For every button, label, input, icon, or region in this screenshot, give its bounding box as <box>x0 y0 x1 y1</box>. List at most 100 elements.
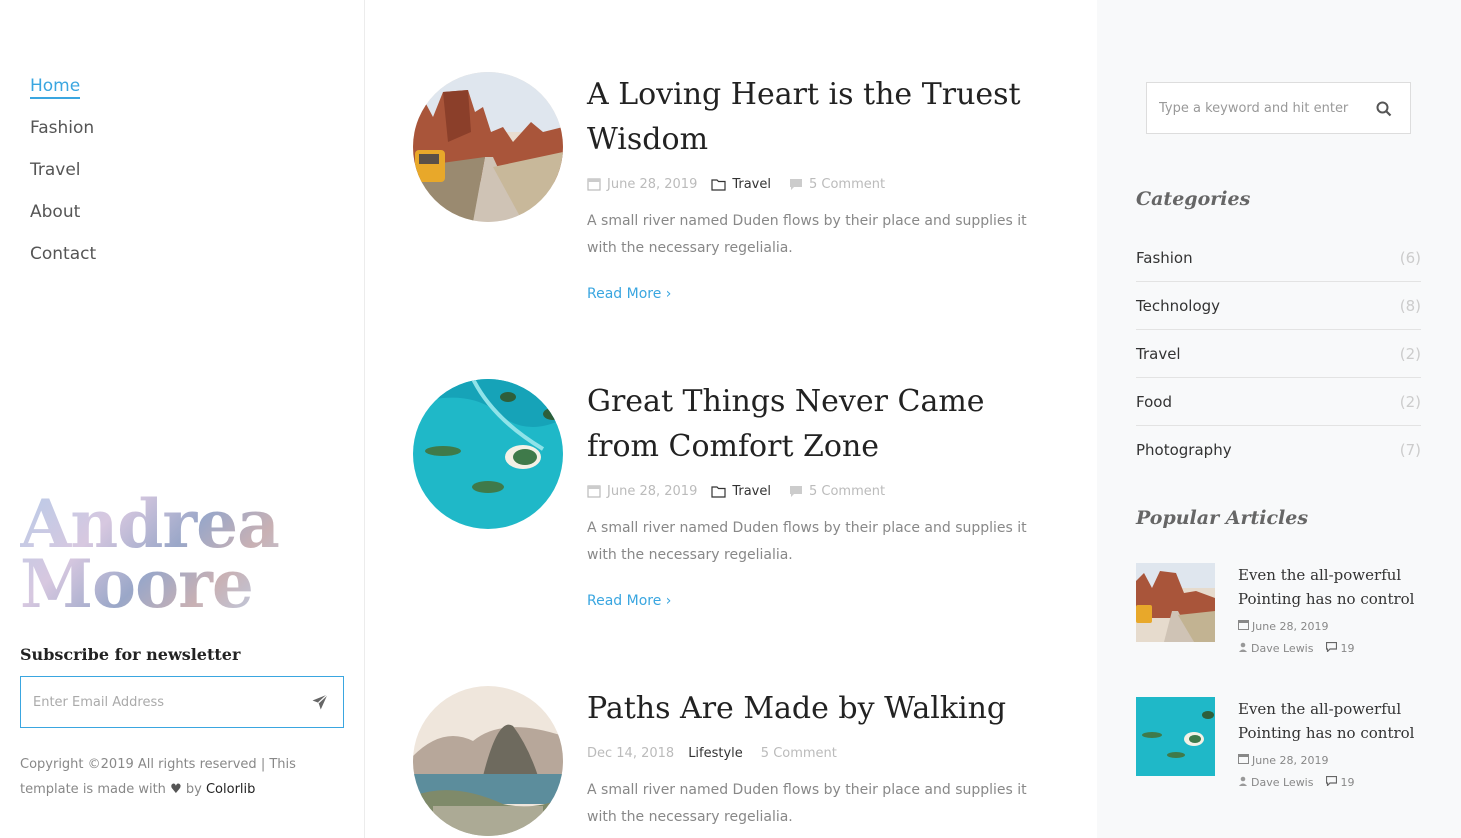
calendar-icon <box>1238 619 1249 633</box>
nav-label: Travel <box>30 160 81 180</box>
post-meta: Dec 14, 2018 Lifestyle 5 Comment <box>587 743 1057 763</box>
read-more-link[interactable]: Read More › <box>587 593 671 609</box>
post-category[interactable]: Travel <box>732 484 771 499</box>
author-name[interactable]: Dave Lewis <box>1251 776 1313 789</box>
comment-icon <box>1326 775 1338 789</box>
popular-article: Even the all-powerful Pointing has no co… <box>1136 563 1426 673</box>
nav-item-about[interactable]: About <box>30 202 96 244</box>
popular-articles-title: Popular Articles <box>1136 507 1309 529</box>
copyright: Copyright ©2019 All rights reserved | Th… <box>20 752 320 802</box>
popular-article-thumbnail[interactable] <box>1136 697 1215 776</box>
comment-count[interactable]: 19 <box>1326 641 1355 655</box>
search-input[interactable] <box>1147 83 1367 133</box>
newsletter-email-input[interactable] <box>21 677 281 727</box>
search-box <box>1146 82 1411 134</box>
category-name: Food <box>1136 392 1172 411</box>
popular-article-date: June 28, 2019 <box>1238 753 1428 767</box>
heart-icon: ♥ <box>170 782 182 797</box>
read-more-label: Read More <box>587 593 662 609</box>
date-text: June 28, 2019 <box>1252 619 1329 633</box>
user-icon <box>1238 776 1248 789</box>
nav-item-contact[interactable]: Contact <box>30 244 96 286</box>
category-count: (2) <box>1399 392 1421 411</box>
category-item[interactable]: Food (2) <box>1136 378 1421 426</box>
popular-article: Even the all-powerful Pointing has no co… <box>1136 697 1426 807</box>
category-count: (7) <box>1399 441 1421 459</box>
nav-label: About <box>30 202 81 222</box>
popular-article-title[interactable]: Even the all-powerful Pointing has no co… <box>1238 563 1428 611</box>
post-meta: June 28, 2019 Travel 5 Comment <box>587 174 1057 194</box>
read-more-label: Read More <box>587 286 662 302</box>
post-list: A Loving Heart is the Truest Wisdom June… <box>365 0 1097 838</box>
post-title[interactable]: Great Things Never Came from Comfort Zon… <box>587 379 1057 469</box>
comment-icon <box>789 178 803 191</box>
popular-article-meta: Dave Lewis 19 <box>1238 775 1428 789</box>
newsletter-title: Subscribe for newsletter <box>20 645 241 664</box>
colorlib-link[interactable]: Colorlib <box>206 782 255 797</box>
post-comments[interactable]: 5 Comment <box>809 177 885 192</box>
post-excerpt: A small river named Duden flows by their… <box>587 520 1027 563</box>
post-comments[interactable]: 5 Comment <box>761 746 837 761</box>
popular-article-thumbnail[interactable] <box>1136 563 1215 642</box>
comment-count-text: 19 <box>1340 642 1355 655</box>
calendar-icon <box>1238 753 1249 767</box>
folder-icon <box>711 485 726 498</box>
popular-article-meta: Dave Lewis 19 <box>1238 641 1428 655</box>
copyright-by: by <box>185 782 202 797</box>
paper-plane-icon[interactable] <box>311 693 329 715</box>
read-more-link[interactable]: Read More › <box>587 286 671 302</box>
author-name[interactable]: Dave Lewis <box>1251 642 1313 655</box>
post-thumbnail[interactable] <box>413 72 563 222</box>
search-icon[interactable] <box>1376 101 1392 121</box>
left-sidebar: Home Fashion Travel About Contact Andrea… <box>0 0 365 838</box>
post-title[interactable]: A Loving Heart is the Truest Wisdom <box>587 72 1057 162</box>
comment-icon <box>789 485 803 498</box>
category-name: Travel <box>1136 344 1181 363</box>
calendar-icon <box>587 484 601 498</box>
date-text: June 28, 2019 <box>1252 753 1329 767</box>
main-nav: Home Fashion Travel About Contact <box>30 76 96 286</box>
popular-article-date: June 28, 2019 <box>1238 619 1428 633</box>
category-item[interactable]: Travel (2) <box>1136 330 1421 378</box>
right-sidebar: Categories Fashion (6) Technology (8) Trav… <box>1097 0 1461 838</box>
popular-article-title[interactable]: Even the all-powerful Pointing has no co… <box>1238 697 1428 745</box>
category-count: (6) <box>1399 248 1421 267</box>
nav-label: Home <box>30 76 81 99</box>
category-count: (8) <box>1399 296 1421 315</box>
category-item[interactable]: Technology (8) <box>1136 282 1421 330</box>
post-category[interactable]: Travel <box>732 177 771 192</box>
nav-item-home[interactable]: Home <box>30 76 96 118</box>
post-date: Dec 14, 2018 <box>587 745 675 761</box>
post-meta: June 28, 2019 Travel 5 Comment <box>587 481 1057 501</box>
nav-item-travel[interactable]: Travel <box>30 160 96 202</box>
category-item[interactable]: Fashion (6) <box>1136 234 1421 282</box>
category-name: Technology <box>1136 296 1221 315</box>
folder-icon <box>711 178 726 191</box>
calendar-icon <box>587 177 601 191</box>
site-logo[interactable]: Andrea Moore <box>20 494 279 614</box>
newsletter-form <box>20 676 344 728</box>
category-item[interactable]: Photography (7) <box>1136 426 1421 474</box>
category-count: (2) <box>1399 344 1421 363</box>
category-list: Fashion (6) Technology (8) Travel (2) Food (… <box>1136 234 1421 474</box>
category-name: Photography <box>1136 441 1232 459</box>
post-thumbnail[interactable] <box>413 686 563 836</box>
nav-label: Fashion <box>30 118 95 138</box>
post-category[interactable]: Lifestyle <box>688 746 743 761</box>
nav-item-fashion[interactable]: Fashion <box>30 118 96 160</box>
chevron-right-icon: › <box>665 593 672 609</box>
comment-count[interactable]: 19 <box>1326 775 1355 789</box>
logo-line-2: Moore <box>20 545 253 623</box>
category-name: Fashion <box>1136 248 1193 267</box>
post-comments[interactable]: 5 Comment <box>809 484 885 499</box>
chevron-right-icon: › <box>665 286 672 302</box>
post-excerpt: A small river named Duden flows by their… <box>587 213 1027 256</box>
comment-icon <box>1326 641 1338 655</box>
user-icon <box>1238 642 1248 655</box>
nav-label: Contact <box>30 244 97 264</box>
post-title[interactable]: Paths Are Made by Walking <box>587 686 1057 731</box>
post-thumbnail[interactable] <box>413 379 563 529</box>
comment-count-text: 19 <box>1340 776 1355 789</box>
post-date: June 28, 2019 <box>607 176 698 192</box>
post-date: June 28, 2019 <box>607 483 698 499</box>
